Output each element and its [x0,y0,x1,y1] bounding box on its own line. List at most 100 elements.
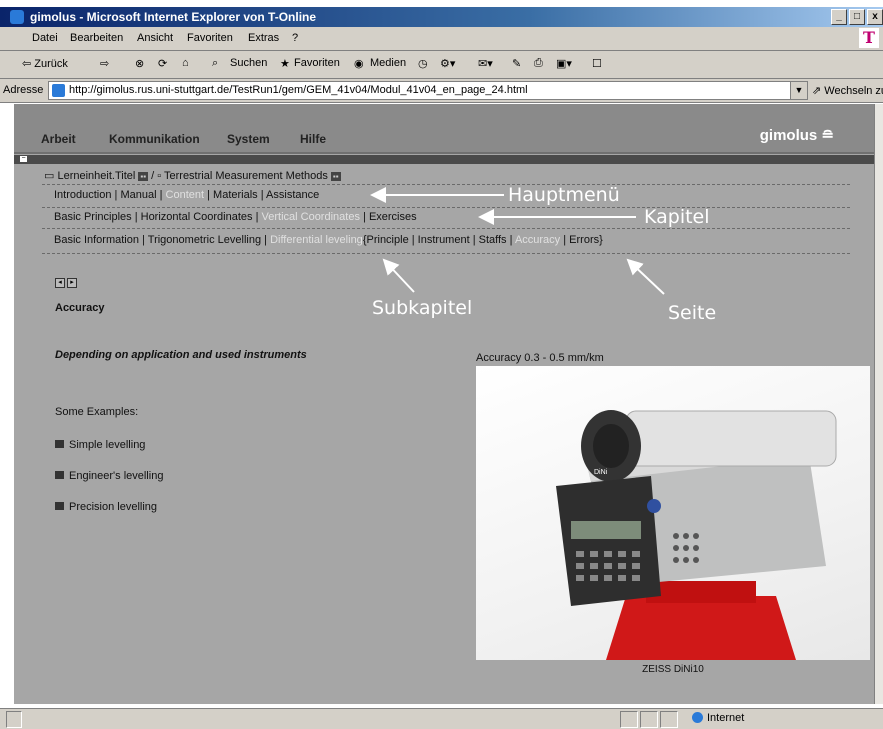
nav-exercises[interactable]: Exercises [369,211,417,223]
example-item[interactable]: Engineer's levelling [55,470,163,482]
page-status-icon [6,711,22,728]
folder-icon: ▫ [157,170,164,182]
nav-errors[interactable]: Errors [569,234,599,246]
annotation-seite: Seite [668,302,717,324]
divider [42,184,850,185]
address-url[interactable]: http://gimolus.rus.uni-stuttgart.de/Test… [69,82,528,99]
page-icon [52,84,65,97]
internet-explorer-icon [10,10,24,24]
tripod-plate [646,581,756,603]
t-online-logo: T [859,28,879,48]
chevron-down-icon[interactable]: ▼ [790,82,807,99]
status-panel [660,711,678,728]
messenger-icon[interactable]: ☐ [592,57,602,70]
zone-label: Internet [707,712,745,724]
go-arrow-icon: ⇗ [812,85,825,97]
annotation-kapitel: Kapitel [644,206,710,228]
status-panel [640,711,658,728]
app-menu-kommunikation[interactable]: Kommunikation [109,132,200,146]
window-title: gimolus - Microsoft Internet Explorer vo… [30,10,317,24]
image-caption-top: Accuracy 0.3 - 0.5 mm/km [476,352,604,364]
toggle-icon[interactable]: ▪▪ [330,172,341,181]
media-button[interactable]: Medien [370,57,406,69]
back-button[interactable]: ⇦ Zurück [22,57,68,70]
breadcrumb-item-1[interactable]: Lerneinheit.Titel [57,170,135,182]
nav-materials[interactable]: Materials [213,189,258,201]
page-subtitle: Depending on application and used instru… [55,349,307,361]
history-icon[interactable]: ◷ [418,57,428,70]
app-menu-hilfe[interactable]: Hilfe [300,132,326,146]
app-menu-arbeit[interactable]: Arbeit [41,132,76,146]
nav-instrument[interactable]: Instrument [418,234,470,246]
example-bullet-icon [55,502,64,510]
maximize-button[interactable]: □ [849,9,865,25]
close-button[interactable]: x [867,9,883,25]
browser-toolbar: ⇦ Zurück ⇨ ⊗ ⟳ ⌂ ⌕ Suchen ★ Favoriten ◉ … [0,51,883,79]
mail-icon[interactable]: ✉▾ [478,57,493,70]
print-icon[interactable]: ⎙ [534,57,543,70]
gimolus-logo-text: gimolus [759,127,818,144]
nav-staffs[interactable]: Staffs [479,234,507,246]
menu-datei[interactable]: Datei [32,32,58,44]
annotation-subkapitel: Subkapitel [372,297,473,319]
menu-ansicht[interactable]: Ansicht [137,32,173,44]
nav-manual[interactable]: Manual [120,189,156,201]
search-button[interactable]: Suchen [230,57,267,69]
address-input[interactable]: http://gimolus.rus.uni-stuttgart.de/Test… [48,81,808,100]
minimize-button[interactable]: _ [831,9,847,25]
divider [42,253,850,254]
page-title: Accuracy [55,302,105,314]
page-navigation: ◂ ▸ [55,278,77,288]
edit-icon[interactable]: ✎ [512,57,521,70]
brand-label: DiNi [594,469,608,476]
example-label[interactable]: Engineer's levelling [69,470,163,482]
app-header: Arbeit Kommunikation System Hilfe gimolu… [14,104,874,154]
example-item[interactable]: Simple levelling [55,439,145,451]
nav-assistance[interactable]: Assistance [266,189,319,201]
media-icon[interactable]: ◉ [354,57,364,70]
go-button[interactable]: ⇗ Wechseln zu [812,84,883,97]
translate-icon[interactable]: ⚙▾ [440,57,455,70]
next-page-icon[interactable]: ▸ [67,278,77,288]
nav-trigonometric-levelling[interactable]: Trigonometric Levelling [148,234,261,246]
nav-horizontal-coordinates[interactable]: Horizontal Coordinates [141,211,253,223]
example-label[interactable]: Precision levelling [69,501,157,513]
address-label: Adresse [3,84,44,96]
refresh-icon[interactable]: ⟳ [158,57,167,70]
nav-basic-principles[interactable]: Basic Principles [54,211,132,223]
forward-button[interactable]: ⇨ [100,57,109,70]
collapse-icon[interactable]: − [20,155,27,162]
example-item[interactable]: Precision levelling [55,501,157,513]
home-icon[interactable]: ⌂ [182,57,189,69]
stop-icon[interactable]: ⊗ [135,57,144,70]
example-bullet-icon [55,440,64,448]
prev-page-icon[interactable]: ◂ [55,278,65,288]
nav-accuracy[interactable]: Accuracy [515,234,560,246]
chapter-menu: Basic Principles | Horizontal Coordinate… [54,211,417,223]
display-screen [571,521,641,539]
menu-bearbeiten[interactable]: Bearbeiten [70,32,123,44]
menu-help[interactable]: ? [292,32,298,44]
discuss-icon[interactable]: ▣▾ [556,57,572,70]
focus-knob [647,499,661,513]
favorites-button[interactable]: Favoriten [294,57,340,69]
example-label[interactable]: Simple levelling [69,439,145,451]
nav-introduction[interactable]: Introduction [54,189,111,201]
menu-extras[interactable]: Extras [248,32,279,44]
toggle-icon[interactable]: ▪▪ [138,172,149,181]
menu-favoriten[interactable]: Favoriten [187,32,233,44]
nav-content[interactable]: Content [166,189,205,201]
browser-menubar: Datei Bearbeiten Ansicht Favoriten Extra… [0,27,883,51]
nav-principle[interactable]: Principle [367,234,409,246]
arrow-page [626,258,665,295]
folder-icon: ▭ [44,170,58,182]
status-bar: Internet [0,708,883,729]
nav-basic-information[interactable]: Basic Information [54,234,139,246]
app-menu-system[interactable]: System [227,132,270,146]
breadcrumb-item-2[interactable]: Terrestrial Measurement Methods [164,170,328,182]
search-icon[interactable]: ⌕ [212,57,218,70]
vertical-scrollbar[interactable] [874,104,883,704]
nav-vertical-coordinates[interactable]: Vertical Coordinates [262,211,360,223]
favorites-icon[interactable]: ★ [280,57,290,70]
nav-differential-leveling[interactable]: Differential leveling [270,234,363,246]
